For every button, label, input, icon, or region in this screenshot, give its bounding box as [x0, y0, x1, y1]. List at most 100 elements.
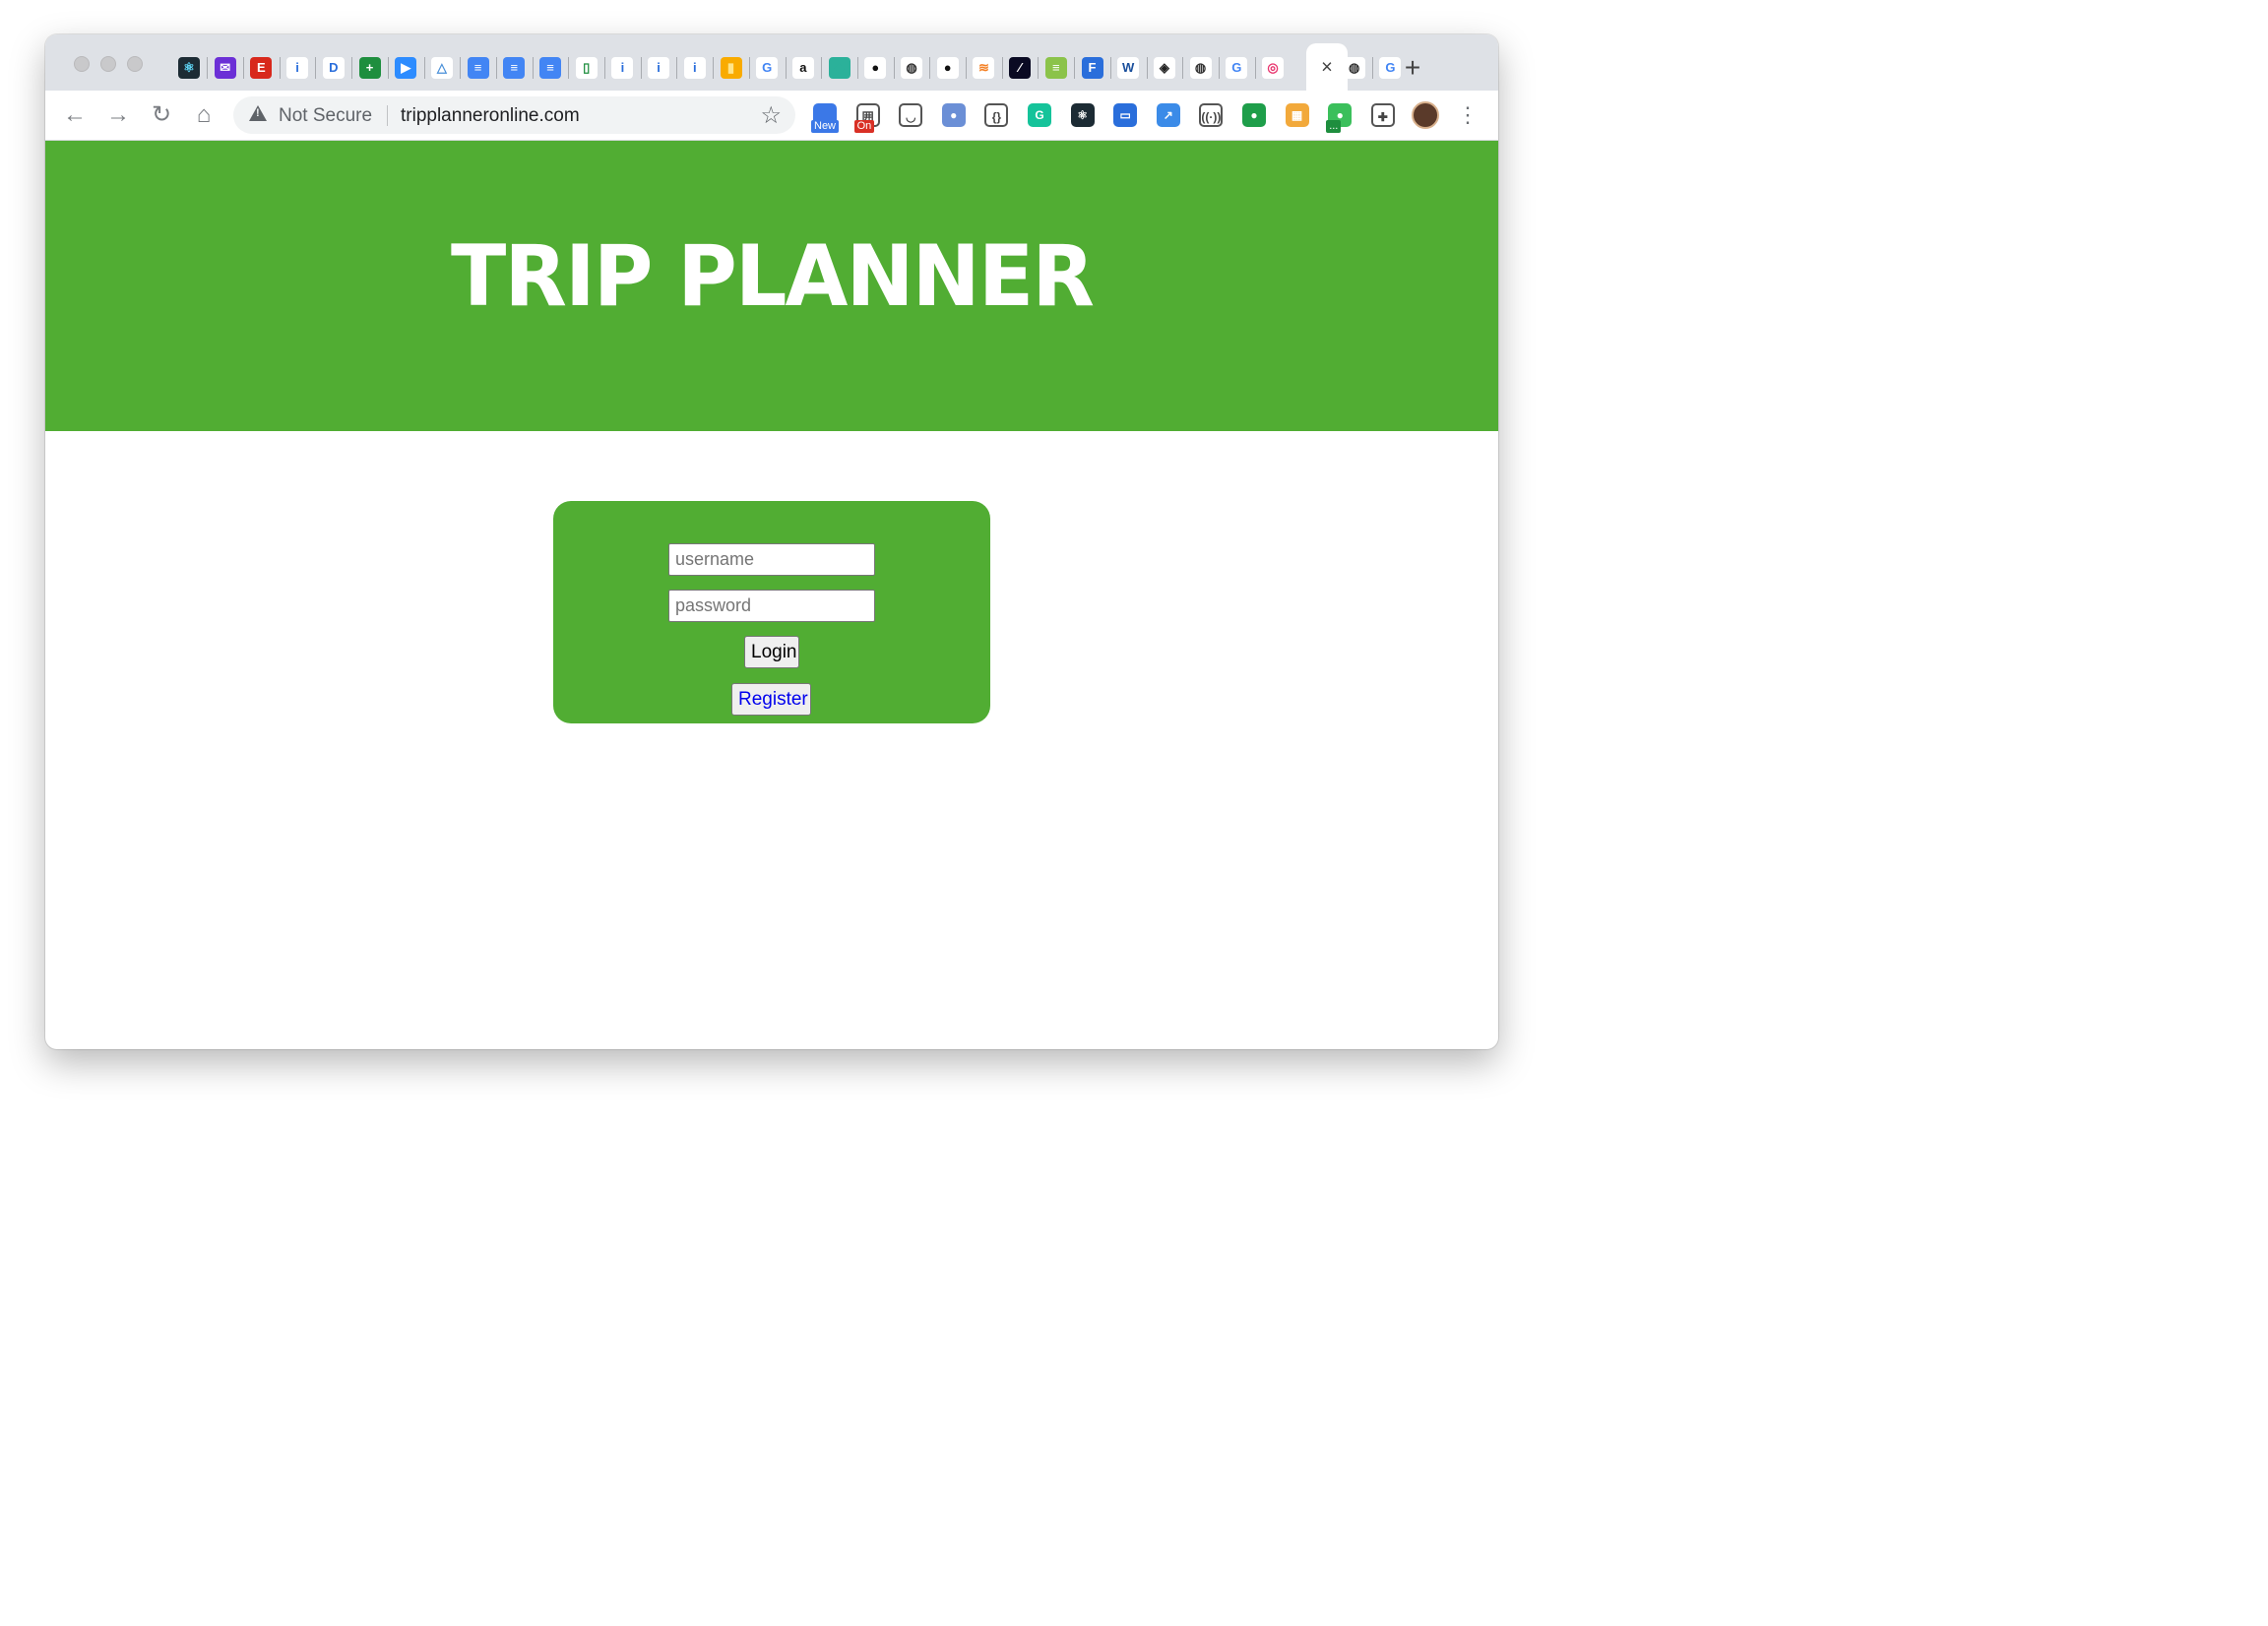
browser-toolbar: ← → ↻ ⌂ Not Secure tripplanneronline.com… — [45, 91, 1498, 141]
sheets-plus-icon[interactable]: + — [358, 57, 381, 79]
tab-separator — [532, 57, 534, 79]
tab-separator — [1254, 57, 1256, 79]
login-button[interactable]: Login — [744, 636, 799, 668]
tab-separator — [387, 57, 389, 79]
tab-separator — [351, 57, 353, 79]
password-input[interactable] — [668, 590, 875, 622]
forward-arrow-icon[interactable]: → — [106, 103, 130, 127]
speech-bubble-icon[interactable]: ● — [1242, 103, 1266, 127]
tab-separator — [1109, 57, 1111, 79]
tab-separator — [495, 57, 497, 79]
tab-separator — [423, 57, 425, 79]
info-icon[interactable]: i — [286, 57, 309, 79]
tab-separator — [713, 57, 715, 79]
tab-separator — [676, 57, 678, 79]
tab-separator — [821, 57, 823, 79]
tab-separator — [929, 57, 931, 79]
zoom-icon[interactable]: ▶ — [395, 57, 417, 79]
phone-icon[interactable]: ▯ — [575, 57, 598, 79]
extension-badge: New — [811, 120, 840, 133]
tab-separator — [315, 57, 317, 79]
cube-icon[interactable]: ◈ — [1153, 57, 1175, 79]
info-icon[interactable]: i — [683, 57, 706, 79]
google-icon[interactable]: G — [1379, 57, 1402, 79]
docs-icon[interactable]: ≡ — [467, 57, 489, 79]
react-icon[interactable]: ⚛ — [178, 57, 200, 79]
tab-separator — [966, 57, 968, 79]
close-window-button[interactable] — [74, 56, 90, 72]
pocket-icon[interactable]: ◡ — [899, 103, 923, 127]
tab-separator — [893, 57, 895, 79]
extension-badge: ... — [1326, 120, 1342, 133]
tab-separator — [785, 57, 787, 79]
stackoverflow-icon[interactable]: ≋ — [973, 57, 995, 79]
code-braces-icon[interactable]: {} — [984, 103, 1009, 127]
address-divider — [387, 105, 388, 126]
browser-menu-icon[interactable]: ⋮ — [1457, 103, 1479, 127]
page-title: TRIP PLANNER — [450, 227, 1095, 326]
diamond-icon[interactable]: ◆ — [828, 57, 850, 79]
tab-separator — [748, 57, 750, 79]
url-text[interactable]: tripplanneronline.com — [401, 105, 580, 127]
username-input[interactable] — [668, 543, 875, 576]
minimize-window-button[interactable] — [100, 56, 116, 72]
register-button[interactable]: Register — [731, 683, 811, 716]
tab-separator — [1146, 57, 1148, 79]
grammarly-icon[interactable]: G — [1028, 103, 1051, 127]
tab-separator — [1001, 57, 1003, 79]
analytics-icon[interactable]: ▮ — [720, 57, 742, 79]
d-icon[interactable]: D — [322, 57, 345, 79]
resize-extension-icon[interactable]: ↗ — [1156, 103, 1180, 127]
new-tab-button[interactable]: + — [1405, 54, 1420, 82]
tab-separator — [568, 57, 570, 79]
profile-avatar[interactable] — [1412, 101, 1439, 129]
docs-icon[interactable]: ≡ — [503, 57, 526, 79]
info-icon[interactable]: i — [611, 57, 634, 79]
tab-separator — [207, 57, 209, 79]
docs-icon[interactable]: ≡ — [539, 57, 561, 79]
amazon-icon[interactable]: a — [791, 57, 814, 79]
bookmark-star-icon[interactable]: ☆ — [760, 101, 782, 130]
tab-separator — [243, 57, 245, 79]
address-bar[interactable]: Not Secure tripplanneronline.com ☆ — [233, 96, 795, 134]
w3-badge-icon[interactable]: ≡ — [1044, 57, 1067, 79]
github-icon[interactable]: ● — [864, 57, 887, 79]
react-devtools-icon[interactable]: ⚛ — [1070, 103, 1095, 127]
close-tab-icon[interactable]: × — [1321, 57, 1333, 80]
home-icon[interactable]: ⌂ — [197, 103, 212, 127]
google-icon[interactable]: G — [756, 57, 779, 79]
puzzle-icon[interactable]: ✚ — [1370, 103, 1395, 127]
tab-separator — [1038, 57, 1040, 79]
tab-separator — [856, 57, 858, 79]
color-palette-icon[interactable]: ▦ — [1285, 103, 1309, 127]
google-icon[interactable]: G — [1226, 57, 1248, 79]
globe-icon[interactable]: ◍ — [901, 57, 922, 79]
tab-separator — [1182, 57, 1184, 79]
tab-strip: ⚛ ✉ Ei D + ▶ △ ≡ ≡ ≡ ▯ i i i ▮ Ga ◆ ● ◍ ● ≋ ⁄ ≡ F W ◈ ◍ G ◎ ◍ G × + — [45, 34, 1498, 91]
broadcast-icon[interactable]: ((·)) — [1199, 103, 1224, 127]
w3-icon[interactable]: W — [1117, 57, 1140, 79]
login-form: Login Register — [553, 501, 990, 723]
tab-separator — [1372, 57, 1374, 79]
reload-icon[interactable]: ↻ — [152, 103, 171, 127]
back-arrow-icon[interactable]: ← — [63, 103, 87, 127]
drive-icon[interactable]: △ — [430, 57, 453, 79]
mail-icon[interactable]: ✉ — [214, 57, 236, 79]
zoom-window-button[interactable] — [127, 56, 143, 72]
globe-icon[interactable]: ◍ — [1189, 57, 1212, 79]
blob-extension-icon[interactable]: ● — [941, 103, 966, 127]
github-icon[interactable]: ● — [936, 57, 959, 79]
warning-icon — [249, 105, 267, 121]
spiral-icon[interactable]: ◎ — [1262, 57, 1284, 79]
tab-separator — [460, 57, 462, 79]
dev-icon[interactable]: ⁄ — [1009, 57, 1032, 79]
tab-separator — [1218, 57, 1220, 79]
tab-separator — [604, 57, 606, 79]
tab-separator — [279, 57, 281, 79]
info-icon[interactable]: i — [648, 57, 670, 79]
e-icon[interactable]: E — [250, 57, 273, 79]
security-label[interactable]: Not Secure — [279, 105, 372, 127]
tab-separator — [1074, 57, 1076, 79]
f-icon[interactable]: F — [1081, 57, 1103, 79]
card-extension-icon[interactable]: ▭ — [1113, 103, 1138, 127]
